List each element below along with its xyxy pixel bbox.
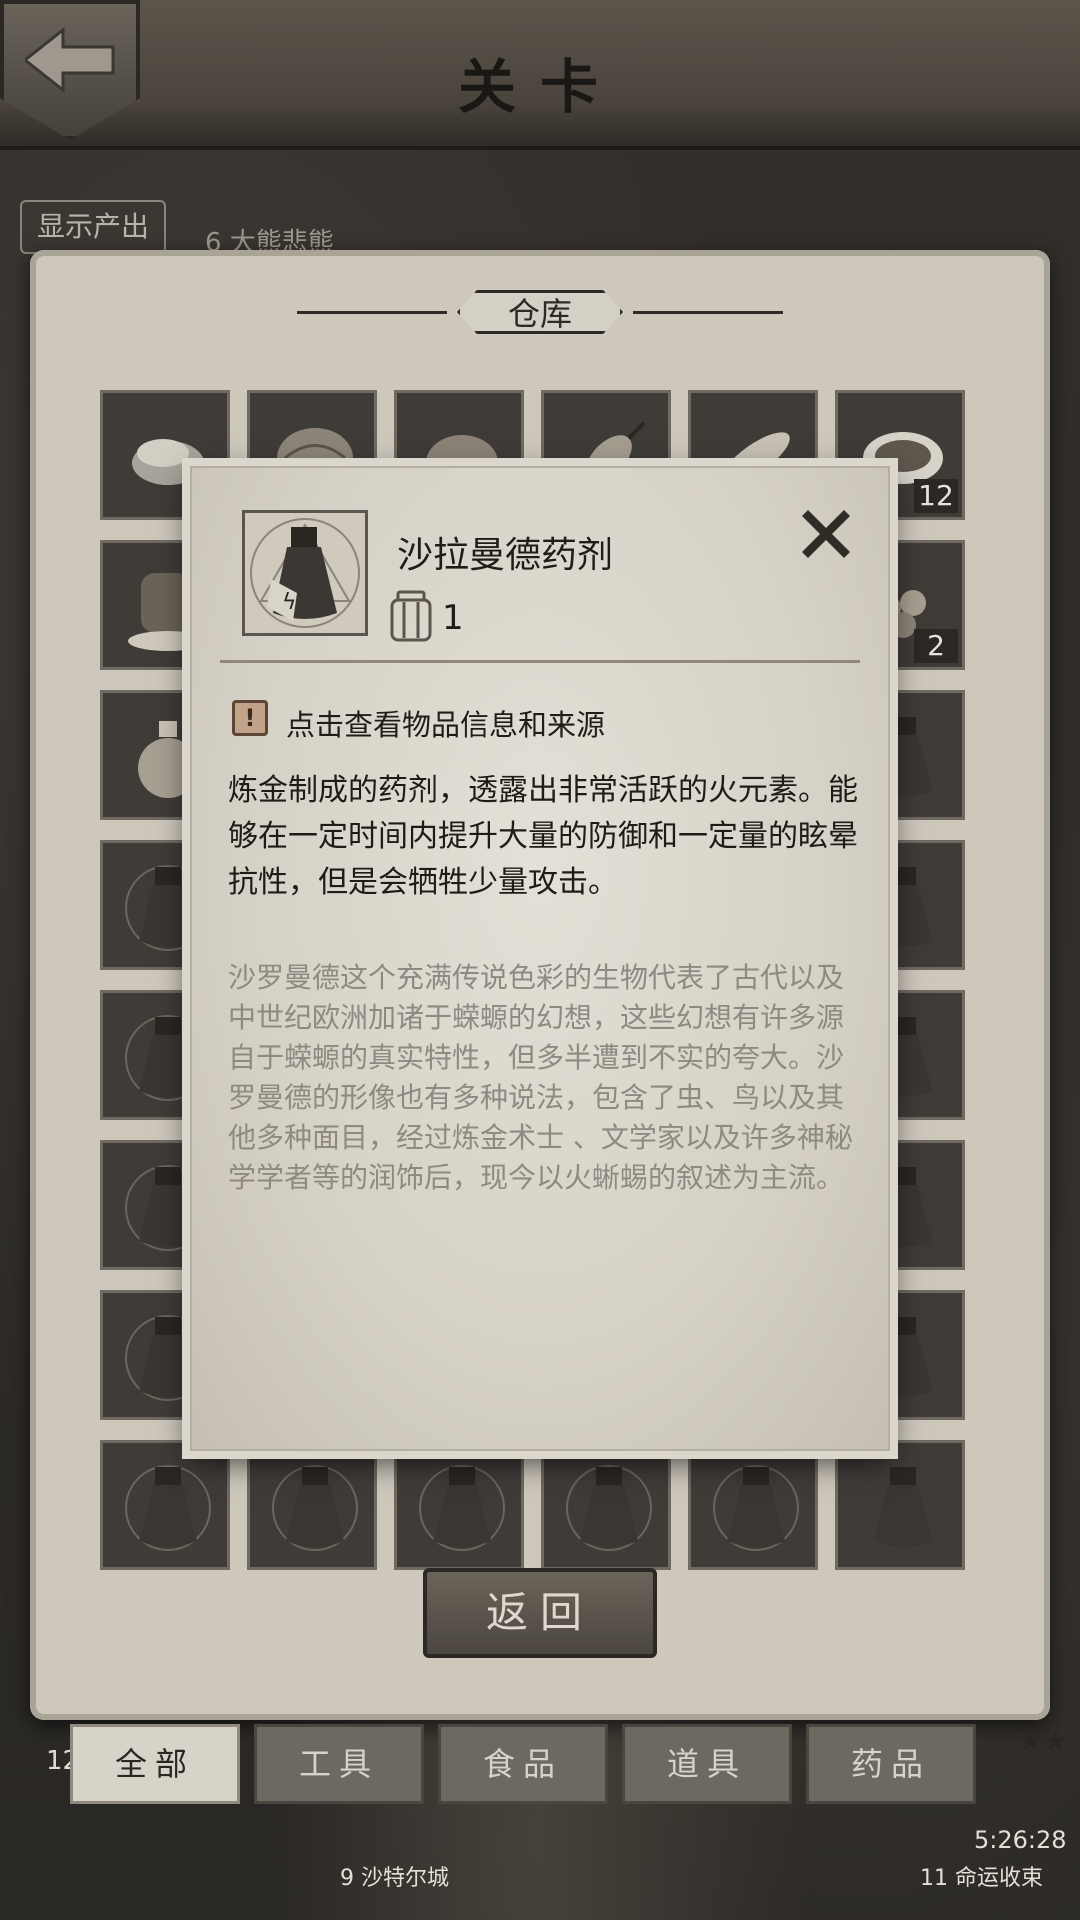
item-icon: ϟ (242, 510, 368, 636)
item-slot[interactable] (835, 1440, 965, 1570)
timer: 5:26:28 (974, 1826, 1067, 1854)
item-quantity: 1 (442, 598, 464, 638)
warning-icon[interactable]: ! (232, 700, 268, 736)
item-count: 2 (914, 629, 958, 663)
tab-medicine[interactable]: 药品 (806, 1724, 976, 1804)
potion-bottle-icon (125, 1465, 211, 1551)
item-detail-popup: ϟ 沙拉曼德药剂 1 ! 点击查看物品信息和来源 炼金制成的药剂，透露出非常活跃… (190, 466, 890, 1451)
item-lore: 沙罗曼德这个充满传说色彩的生物代表了古代以及中世纪欧洲加诸于蝾螈的幻想，这些幻想… (228, 961, 853, 1194)
header-divider-left (296, 310, 447, 314)
item-slot[interactable] (100, 1440, 230, 1570)
level-label[interactable]: 11 命运收束 (920, 1860, 1043, 1892)
tab-all[interactable]: 全部 (70, 1724, 240, 1804)
tab-tools[interactable]: 工具 (254, 1724, 424, 1804)
top-bar: 关卡 (0, 0, 1080, 150)
warehouse-header: 仓库 (30, 290, 1050, 334)
backpack-icon (390, 590, 432, 642)
potion-bottle-icon (713, 1465, 799, 1551)
item-slot[interactable] (688, 1440, 818, 1570)
star-rating: ★★ (1018, 1724, 1069, 1757)
item-name: 沙拉曼德药剂 (397, 535, 614, 576)
tab-food[interactable]: 食品 (438, 1724, 608, 1804)
filter-tabs: 全部 工具 食品 道具 药品 (70, 1724, 1010, 1810)
potion-bottle-icon (419, 1465, 505, 1551)
item-slot[interactable] (541, 1440, 671, 1570)
salamander-potion-icon: ϟ (250, 518, 360, 628)
warehouse-title: 仓库 (456, 290, 623, 334)
potion-bottle-icon (272, 1465, 358, 1551)
return-button[interactable]: 返回 (423, 1568, 657, 1658)
item-slot[interactable] (394, 1440, 524, 1570)
potion-bottle-icon (566, 1465, 652, 1551)
potion-bottle-icon (874, 1467, 932, 1547)
show-output-button[interactable]: 显示产出 (20, 200, 166, 254)
svg-text:ϟ: ϟ (282, 590, 297, 615)
item-slot[interactable] (247, 1440, 377, 1570)
item-source-hint[interactable]: 点击查看物品信息和来源 (286, 702, 605, 744)
level-label[interactable]: 9 沙特尔城 (340, 1860, 449, 1892)
header-divider-right (633, 310, 783, 314)
item-description: 炼金制成的药剂，透露出非常活跃的火元素。能够在一定时间内提升大量的防御和一定量的… (228, 773, 858, 900)
page-title: 关卡 (457, 53, 622, 121)
close-icon[interactable] (794, 502, 858, 566)
tab-props[interactable]: 道具 (622, 1724, 792, 1804)
divider (220, 660, 860, 663)
item-count: 12 (914, 479, 958, 513)
